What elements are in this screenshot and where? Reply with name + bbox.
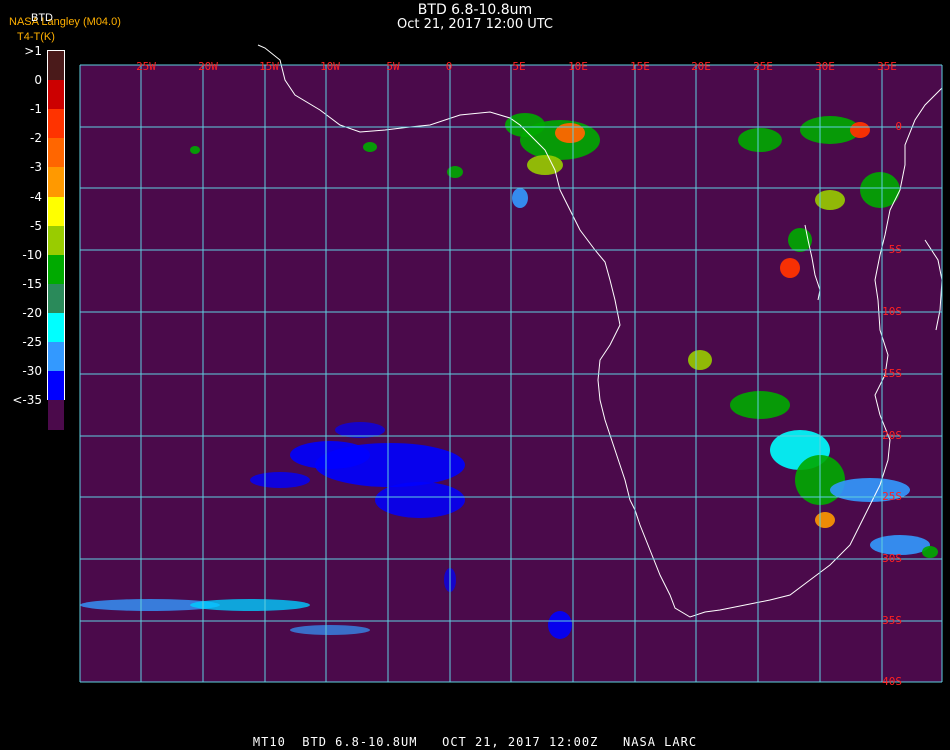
map-canvas: 25W 20W 15W 10W 5W 0 5E 10E 15E 20E 25E 30E 35E 0 5S 10… [79, 44, 943, 688]
lon-label: 15E [630, 60, 650, 73]
lon-label: 5E [512, 60, 525, 73]
cloud-blob [512, 188, 528, 208]
lon-label: 20W [198, 60, 218, 73]
lon-label: 15W [259, 60, 279, 73]
lon-label: 25W [136, 60, 156, 73]
cloud-blob [780, 258, 800, 278]
lat-label: 25S [882, 490, 902, 503]
lat-label: 30S [882, 552, 902, 565]
cloud-blob [447, 166, 463, 178]
lon-label: 10W [320, 60, 340, 73]
cloud-blob [290, 625, 370, 635]
cloud-blob [688, 350, 712, 370]
lat-label: 15S [882, 367, 902, 380]
cloud-blob [527, 155, 563, 175]
cloud-blob [730, 391, 790, 419]
lon-label: 30E [815, 60, 835, 73]
cloud-blob [738, 128, 782, 152]
lon-label: 10E [568, 60, 588, 73]
cloud-blob [363, 142, 377, 152]
lon-label: 25E [753, 60, 773, 73]
lat-label: 5S [889, 243, 902, 256]
lon-label: 35E [877, 60, 897, 73]
lon-label: 5W [386, 60, 400, 73]
lat-label: 20S [882, 429, 902, 442]
cloud-blob [548, 611, 572, 639]
lat-label: 35S [882, 614, 902, 627]
cloud-blob [250, 472, 310, 488]
lon-label: 0 [446, 60, 453, 73]
footer-caption: MT10 BTD 6.8-10.8UM OCT 21, 2017 12:00Z … [252, 735, 698, 749]
lat-label: 10S [882, 305, 902, 318]
cloud-blob [190, 599, 310, 611]
lon-label: 20E [691, 60, 711, 73]
cloud-blob [815, 512, 835, 528]
cloud-blob [190, 146, 200, 154]
cloud-blob [290, 441, 370, 469]
lat-label: 0 [895, 120, 902, 133]
lat-label: 40S [882, 675, 902, 688]
cloud-blob [922, 546, 938, 558]
cloud-blob [555, 123, 585, 143]
cloud-blob [850, 122, 870, 138]
